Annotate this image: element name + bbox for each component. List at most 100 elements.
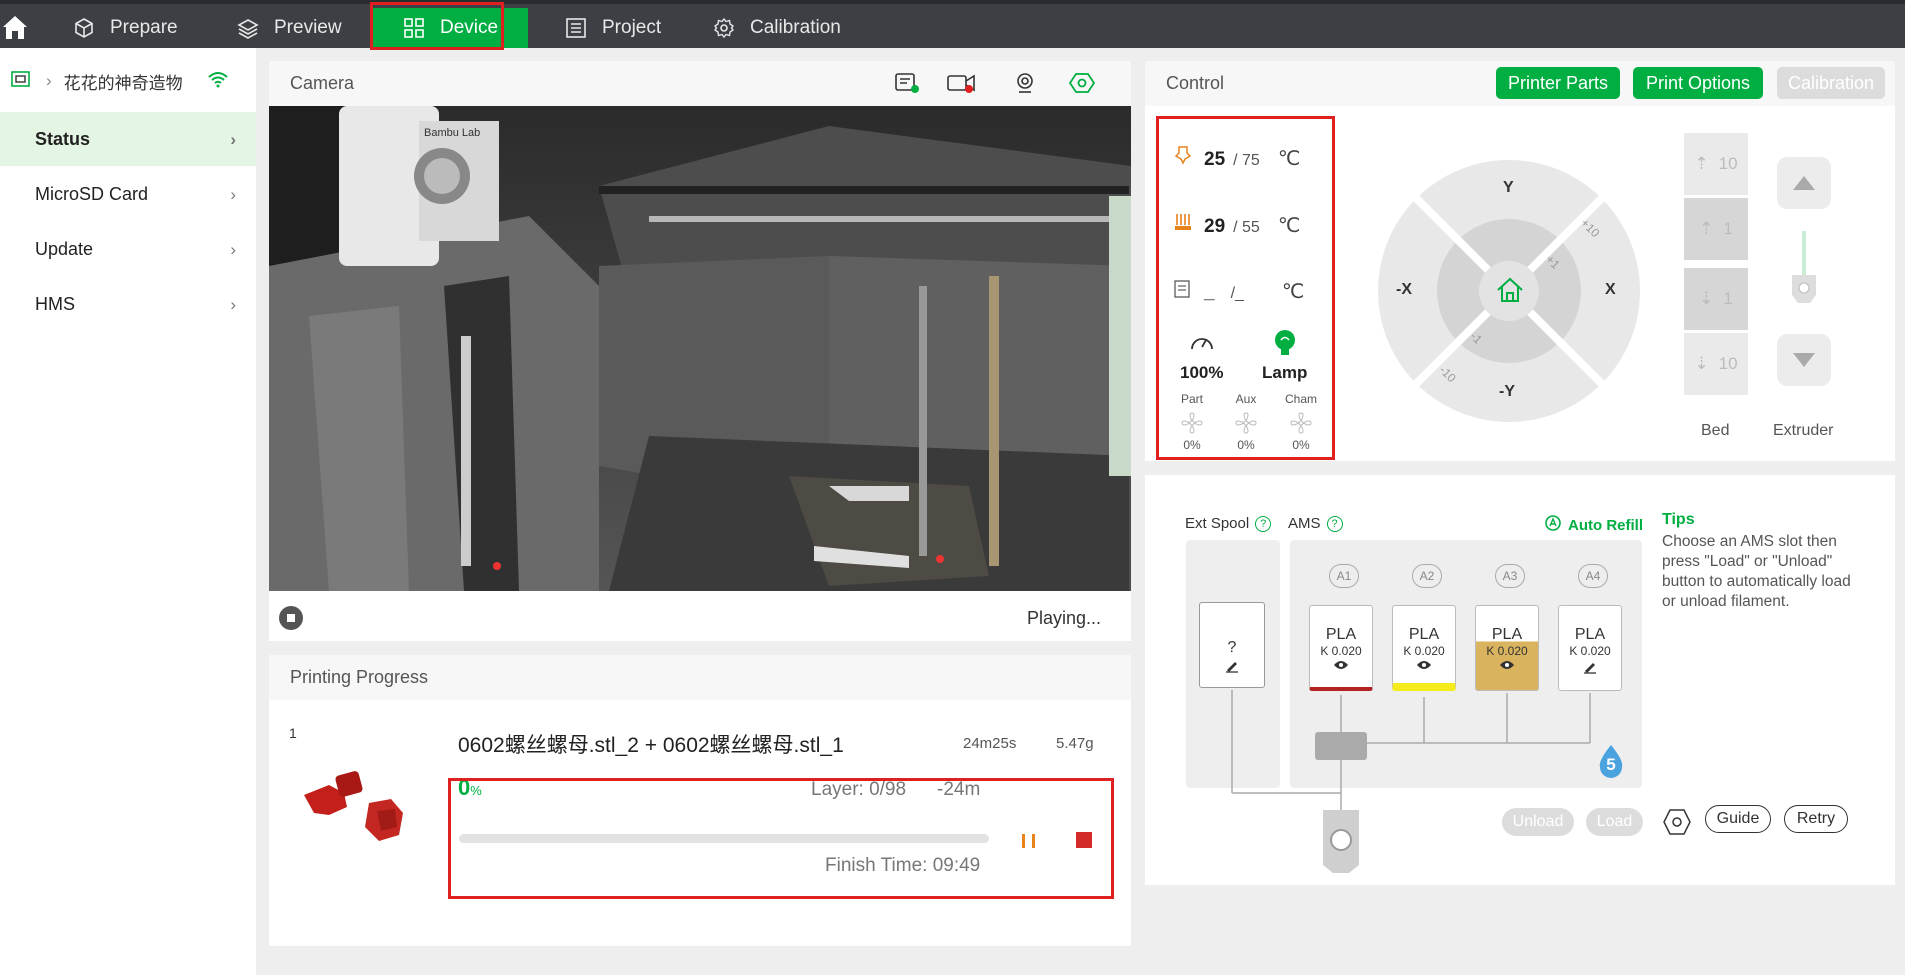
fan-icon[interactable] — [1234, 411, 1258, 440]
sd-record-icon[interactable] — [893, 71, 921, 100]
sidebar-item-label: Status — [35, 128, 91, 149]
camera-footer: Playing... — [269, 596, 1131, 641]
stop-video-button[interactable] — [279, 606, 303, 630]
triangle-down-icon — [1793, 353, 1815, 367]
tab-project[interactable]: Project — [564, 8, 694, 48]
jog-neg-x-label: -X — [1396, 281, 1412, 298]
sidebar-item-microsd[interactable]: MicroSD Card › — [0, 167, 256, 221]
extruder-down-button[interactable] — [1777, 334, 1831, 386]
sidebar-item-status[interactable]: Status › — [0, 112, 256, 166]
fan-aux-value: 0% — [1237, 438, 1255, 452]
home-axes-icon[interactable] — [1495, 275, 1525, 310]
fan-cham-value: 0% — [1292, 438, 1310, 452]
jog-x-label: X — [1605, 281, 1616, 298]
printer-parts-button[interactable]: Printer Parts — [1496, 67, 1620, 99]
lamp-icon[interactable] — [1271, 329, 1299, 362]
fan-part-value: 0% — [1183, 438, 1201, 452]
arrow-up-icon: ⇡ — [1699, 219, 1714, 238]
tab-label: Device — [440, 17, 499, 38]
jog-y-label: Y — [1503, 179, 1514, 196]
camera-settings-icon[interactable] — [1068, 71, 1096, 100]
filament-weight: 5.47g — [1056, 735, 1094, 752]
chevron-right-icon: › — [46, 71, 52, 90]
extruder-label: Extruder — [1773, 422, 1834, 439]
camera-overlay-logo: Bambu Lab — [424, 127, 480, 139]
sidebar-item-update[interactable]: Update › — [0, 222, 256, 276]
chevron-right-icon: › — [230, 240, 236, 259]
nozzle-target: / 75 — [1233, 152, 1260, 169]
step-label: 1 — [1723, 219, 1733, 238]
humidity-icon[interactable]: 5 — [1596, 743, 1626, 779]
tips-title: Tips — [1662, 511, 1695, 528]
percent-value: 0 — [458, 775, 471, 800]
step-label: 1 — [1723, 289, 1733, 308]
tab-label: Preview — [274, 17, 342, 38]
chevron-right-icon: › — [230, 130, 236, 149]
print-options-button[interactable]: Print Options — [1633, 67, 1763, 99]
top-nav-bar: Prepare Preview Device Project Calibrati… — [0, 0, 1905, 48]
model-thumbnail — [299, 755, 409, 845]
finish-time: Finish Time: 09:49 — [825, 855, 981, 876]
extruder-up-button[interactable] — [1777, 157, 1831, 209]
video-record-icon[interactable] — [945, 71, 979, 100]
bed-target: / 55 — [1233, 219, 1260, 236]
speed-value: 100% — [1180, 363, 1224, 382]
bed-temp[interactable]: 29 / 55 ℃ — [1174, 212, 1300, 238]
gear-icon — [712, 16, 736, 40]
bed-down-1-button[interactable]: ⇣ 1 — [1684, 268, 1748, 330]
fan-icon[interactable] — [1180, 411, 1204, 440]
nozzle-temp[interactable]: 25 / 75 ℃ — [1174, 145, 1300, 171]
calibration-button[interactable]: Calibration — [1777, 67, 1885, 99]
triangle-up-icon — [1793, 176, 1815, 190]
ams-settings-icon[interactable] — [1661, 806, 1693, 843]
load-button[interactable]: Load — [1586, 808, 1643, 836]
bed-up-1-button[interactable]: ⇡ 1 — [1684, 198, 1748, 260]
retry-button[interactable]: Retry — [1784, 805, 1848, 833]
progress-header: Printing Progress — [269, 655, 1131, 700]
printing-progress-panel: Printing Progress 1 0602螺丝螺母.stl_2 + 060… — [269, 655, 1131, 946]
guide-button[interactable]: Guide — [1705, 805, 1771, 833]
tab-label: Prepare — [110, 17, 178, 38]
speed-icon[interactable] — [1188, 331, 1216, 360]
layers-icon — [236, 16, 260, 40]
chamber-unit: ℃ — [1281, 281, 1305, 303]
nozzle-icon — [1174, 145, 1192, 170]
tab-device[interactable]: Device — [370, 8, 528, 48]
fan-icon[interactable] — [1289, 411, 1313, 440]
jog-neg-y-label: -Y — [1499, 383, 1515, 400]
stop-print-button[interactable] — [1076, 832, 1092, 848]
extruder-icon — [1788, 231, 1820, 311]
webcam-icon[interactable] — [1013, 71, 1037, 100]
step-label: 10 — [1718, 354, 1738, 373]
bed-up-10-button[interactable]: ⇡ 10 — [1684, 133, 1748, 195]
tab-calibration[interactable]: Calibration — [712, 8, 872, 48]
progress-title: Printing Progress — [290, 667, 429, 687]
tab-preview[interactable]: Preview — [236, 8, 356, 48]
tab-prepare[interactable]: Prepare — [72, 8, 192, 48]
sidebar-item-label: HMS — [35, 293, 75, 314]
control-title: Control — [1166, 73, 1225, 93]
fan-cham-label: Cham — [1284, 392, 1317, 406]
chamber-temp[interactable]: _ /_ ℃ — [1174, 279, 1304, 304]
ams-panel: Ext Spool ? AMS ? Auto Refill ? A1 A2 A3… — [1145, 475, 1895, 885]
sidebar: › 花花的神奇造物 Status › MicroSD Card › Update… — [0, 48, 256, 975]
sidebar-item-hms[interactable]: HMS › — [0, 277, 256, 331]
pause-button[interactable] — [1019, 831, 1039, 851]
device-selector[interactable]: › 花花的神奇造物 — [10, 66, 229, 96]
nozzle-current: 25 — [1204, 149, 1226, 170]
lamp-label: Lamp — [1262, 363, 1308, 382]
printer-icon — [10, 69, 32, 94]
cube-icon — [72, 16, 96, 40]
fan-part-label: Part — [1180, 392, 1203, 406]
unload-button[interactable]: Unload — [1502, 808, 1574, 836]
file-name: 0602螺丝螺母.stl_2 + 0602螺丝螺母.stl_1 — [458, 734, 844, 757]
bed-down-10-button[interactable]: ⇣ 10 — [1684, 333, 1748, 395]
home-icon[interactable] — [0, 12, 30, 44]
remaining-time: -24m — [937, 779, 981, 800]
step-label: 10 — [1718, 154, 1738, 173]
stop-icon — [287, 614, 295, 622]
sidebar-item-label: MicroSD Card — [35, 183, 149, 204]
progress-percent: 0% — [458, 775, 482, 801]
device-name: 花花的神奇造物 — [63, 73, 183, 93]
bed-current: 29 — [1204, 216, 1226, 237]
